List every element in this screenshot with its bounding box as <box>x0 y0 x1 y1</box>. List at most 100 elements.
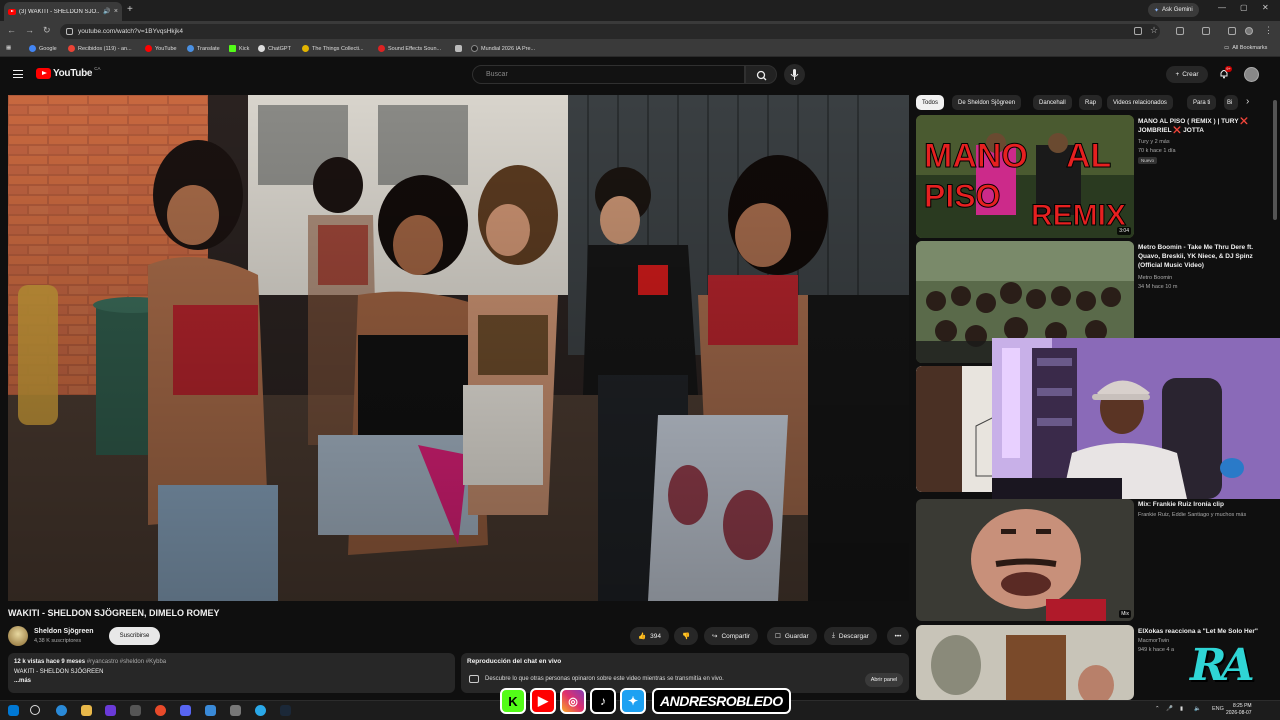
more-actions-button[interactable]: ••• <box>887 627 909 645</box>
bookmark-mundial[interactable]: Mundial 2026 IA Pre... <box>471 45 535 52</box>
forward-icon[interactable]: → <box>25 25 34 35</box>
telegram-icon[interactable] <box>255 705 266 716</box>
related-title-2[interactable]: Metro Boomin - Take Me Thru Dere ft. Qua… <box>1138 243 1263 270</box>
show-more-link[interactable]: ...más <box>14 677 449 687</box>
language-indicator[interactable]: ENG <box>1212 706 1224 712</box>
microphone-icon[interactable]: 🎤 <box>1166 706 1173 712</box>
bookmark-chatgpt[interactable]: ChatGPT <box>258 45 291 52</box>
hashtags[interactable]: #ryancastro #sheldon #Kybba <box>87 659 166 665</box>
maximize-icon[interactable]: ▢ <box>1240 3 1248 12</box>
chip-channel[interactable]: De Sheldon Sjögreen <box>952 95 1022 110</box>
youtube-logo[interactable]: YouTube CA <box>36 66 100 79</box>
hamburger-menu-icon[interactable] <box>13 70 23 78</box>
account-avatar[interactable] <box>1244 67 1259 82</box>
related-channel-4[interactable]: MacmorTwin <box>1138 637 1169 645</box>
ask-gemini-button[interactable]: ✦ Ask Gemini <box>1148 3 1199 17</box>
speaker-icon[interactable]: 🔊 <box>103 8 110 15</box>
subscriber-count: 4,38 K suscriptores <box>34 638 82 644</box>
related-title-1[interactable]: MANO AL PISO ( REMIX ) | TURY ❌ JOMBRIEL… <box>1138 117 1263 135</box>
app-icon[interactable] <box>105 705 116 716</box>
related-channel-1[interactable]: Tury y 2 más <box>1138 138 1170 146</box>
like-button[interactable]: 👍 394 <box>630 627 669 645</box>
bookmark-soundeffects[interactable]: Sound Effects Soun... <box>378 45 441 52</box>
downloads-icon[interactable] <box>1228 27 1236 35</box>
bookmark-label: The Things Collecti... <box>312 45 364 52</box>
cast-icon[interactable] <box>1134 27 1142 35</box>
extensions-icon[interactable] <box>1176 27 1184 35</box>
chip-para-ti[interactable]: Para ti <box>1187 95 1217 110</box>
apps-grid-icon[interactable]: ▦ <box>6 45 11 51</box>
save-playlist-icon: ☐ <box>775 633 781 640</box>
sidepanel-icon[interactable] <box>1202 27 1210 35</box>
channel-name[interactable]: Sheldon Sjögreen <box>34 628 94 635</box>
bookmark-google[interactable]: Google <box>29 45 57 52</box>
system-clock[interactable]: 8:25 PM 2026-08-07 <box>1226 703 1252 717</box>
chip-dancehall[interactable]: Dancehall <box>1033 95 1072 110</box>
discord-icon[interactable] <box>180 705 191 716</box>
svg-text:MANO: MANO <box>924 137 1028 175</box>
minimize-icon[interactable]: — <box>1218 3 1226 12</box>
tray-chevron-icon[interactable]: ⌃ <box>1155 706 1160 712</box>
all-bookmarks[interactable]: ▭ All Bookmarks <box>1224 45 1267 51</box>
bookmark-blank[interactable] <box>455 45 465 52</box>
mix-badge: Mix <box>1119 610 1131 618</box>
related-title-3[interactable]: Mix: Frankie Ruiz Ironía clip <box>1138 500 1263 509</box>
bookmark-gmail[interactable]: Recibidos (119) - an... <box>68 45 132 52</box>
bookmark-star-icon[interactable]: ☆ <box>1150 25 1158 36</box>
edge-icon[interactable] <box>56 705 67 716</box>
network-icon[interactable]: ▮ <box>1180 706 1183 712</box>
related-title-4[interactable]: ElXokas reacciona a "Let Me Solo Her" <box>1138 627 1263 636</box>
channel-avatar[interactable] <box>8 626 28 646</box>
download-button[interactable]: ⤓ Descargar <box>824 627 877 645</box>
chip-todos[interactable]: Todos <box>916 95 945 110</box>
profile-icon[interactable] <box>1245 27 1253 35</box>
new-tab-button[interactable]: + <box>127 4 133 15</box>
chrome-icon[interactable] <box>155 705 166 716</box>
streamer-logo: RA <box>1190 640 1255 691</box>
description-box[interactable]: 12 k vistas hace 9 meses #ryancastro #sh… <box>8 653 455 693</box>
scrollbar-thumb[interactable] <box>1273 100 1277 220</box>
reload-icon[interactable]: ↻ <box>43 25 51 36</box>
related-channel-3[interactable]: Frankie Ruiz, Eddie Santiago y muchos má… <box>1138 511 1246 519</box>
related-thumbnail-5[interactable] <box>916 625 1134 700</box>
search-input[interactable]: Buscar <box>472 65 745 84</box>
site-info-icon[interactable] <box>66 28 73 35</box>
soundeffects-icon <box>378 45 385 52</box>
dislike-button[interactable]: 👎 <box>674 627 698 645</box>
windows-start-icon[interactable] <box>8 705 19 716</box>
chip-more[interactable]: Bi <box>1224 95 1238 110</box>
share-button[interactable]: ↪ Compartir <box>704 627 758 645</box>
related-thumbnail-4[interactable]: Mix <box>916 499 1134 621</box>
file-explorer-icon[interactable] <box>81 705 92 716</box>
url-field[interactable]: youtube.com/watch?v=1BYvqsHkjk4 <box>60 24 1160 39</box>
related-thumbnail-1[interactable]: MANO AL PISO REMIX 3:04 <box>916 115 1134 238</box>
tab-title: (3) WAKITI - SHELDON SJÖ... <box>19 8 101 15</box>
save-button[interactable]: ☐ Guardar <box>767 627 817 645</box>
related-channel-2[interactable]: Metro Boomin <box>1138 274 1172 282</box>
open-panel-button[interactable]: Abrir panel <box>865 673 903 687</box>
close-window-icon[interactable]: ✕ <box>1262 3 1269 12</box>
bookmark-kick[interactable]: Kick <box>229 45 249 52</box>
chevron-right-icon[interactable]: › <box>1246 96 1249 107</box>
bookmark-thethings[interactable]: The Things Collecti... <box>302 45 364 52</box>
search-icon[interactable] <box>30 705 40 715</box>
app-icon[interactable] <box>205 705 216 716</box>
browser-tab[interactable]: (3) WAKITI - SHELDON SJÖ... 🔊 × <box>4 2 122 21</box>
volume-icon[interactable]: 🔈 <box>1194 706 1201 712</box>
create-button[interactable]: + Crear <box>1166 66 1208 83</box>
folder-icon: ▭ <box>1224 45 1230 51</box>
chip-rap[interactable]: Rap <box>1079 95 1103 110</box>
app-icon[interactable] <box>230 705 241 716</box>
steam-icon[interactable] <box>280 705 291 716</box>
video-player[interactable] <box>8 95 909 601</box>
chip-related[interactable]: Videos relacionados <box>1107 95 1173 110</box>
bookmark-youtube[interactable]: YouTube <box>145 45 177 52</box>
search-button[interactable] <box>745 65 777 84</box>
tab-close-icon[interactable]: × <box>114 8 118 15</box>
back-icon[interactable]: ← <box>7 25 16 35</box>
bookmark-translate[interactable]: Translate <box>187 45 220 52</box>
menu-dots-icon[interactable]: ⋮ <box>1264 25 1273 36</box>
app-icon[interactable] <box>130 705 141 716</box>
voice-search-button[interactable] <box>784 64 805 85</box>
subscribe-button[interactable]: Suscribirse <box>109 627 160 645</box>
